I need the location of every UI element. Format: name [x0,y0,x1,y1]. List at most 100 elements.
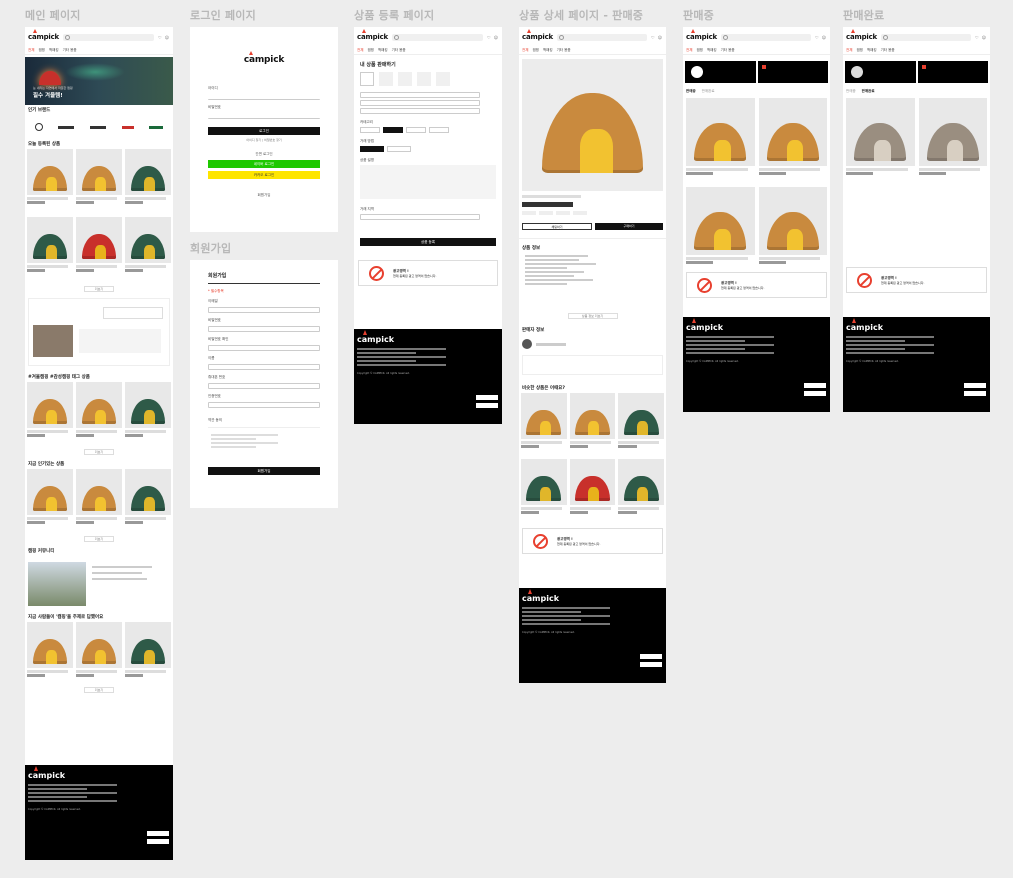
seller-other-items[interactable] [522,355,663,375]
product-card[interactable] [521,393,567,448]
more-button[interactable]: 더보기 [84,687,114,693]
logo[interactable]: campick [686,29,717,41]
product-card[interactable] [618,459,664,514]
search-input[interactable] [391,33,483,41]
header-icons[interactable]: ♡ ☺ [487,35,499,40]
chat-button[interactable]: 채팅하기 [522,223,592,230]
nav-item[interactable]: 전체 [357,48,363,53]
nav-item[interactable]: 캠핑 [38,48,44,53]
category-options[interactable] [360,127,496,133]
nav-item[interactable]: 전체 [846,48,852,53]
product-card[interactable] [27,217,73,272]
search-input[interactable] [556,33,647,41]
footer-button[interactable] [476,403,498,408]
brand-logo[interactable] [121,125,134,129]
brand-logo[interactable] [34,123,43,131]
product-card[interactable] [918,98,987,175]
tab-sold[interactable]: 판매완료 [862,89,875,94]
email-field[interactable] [208,307,320,313]
trade-options[interactable] [360,146,496,152]
header-icons[interactable]: ♡ ☺ [651,35,663,40]
buy-button[interactable]: 구매하기 [595,223,663,230]
brand-logo[interactable] [58,125,75,129]
product-card[interactable] [27,149,73,204]
product-card[interactable] [125,149,171,204]
nav-item[interactable]: 전체 [522,48,528,53]
product-card[interactable] [686,98,755,175]
product-card[interactable] [125,622,171,677]
brand-logo[interactable] [89,125,106,129]
product-card[interactable] [618,393,664,448]
header-icons[interactable]: ♡ ☺ [815,35,827,40]
password-field[interactable] [208,326,320,332]
product-card[interactable] [76,622,122,677]
product-card[interactable] [758,187,827,264]
logo[interactable]: campick [522,29,553,41]
product-card[interactable] [846,98,915,175]
nav-item[interactable]: 전체 [28,48,34,53]
nav-item[interactable]: 기타 용품 [392,48,406,53]
signup-submit-button[interactable]: 회원가입 [208,467,320,475]
product-card[interactable] [27,469,73,524]
footer-button[interactable] [147,839,169,844]
product-card[interactable] [76,149,122,204]
header-icons[interactable]: ♡ ☺ [158,35,170,40]
brand-input[interactable] [360,108,480,114]
more-button[interactable]: 더보기 [84,286,114,292]
product-card[interactable] [521,459,567,514]
name-field[interactable] [208,364,320,370]
price-input[interactable] [360,100,480,106]
product-card[interactable] [569,393,616,448]
seller-profile[interactable] [522,337,663,351]
product-card[interactable] [76,469,122,524]
nav-item[interactable]: 캠핑 [532,48,538,53]
description-textarea[interactable] [360,165,496,199]
nav-item[interactable]: 백패킹 [49,48,59,53]
community-preview[interactable] [28,298,170,366]
footer-button[interactable] [964,391,986,396]
nav-item[interactable]: 백패킹 [867,48,877,53]
nav-item[interactable]: 기타 용품 [557,48,571,53]
product-card[interactable] [686,187,755,264]
profile-card[interactable] [845,61,916,83]
footer-button[interactable] [804,391,826,396]
search-input[interactable] [62,33,154,41]
image-upload-row[interactable] [360,72,496,86]
product-main-image[interactable] [522,59,663,191]
search-input[interactable] [720,33,811,41]
product-card[interactable] [76,382,122,437]
footer-button[interactable] [640,654,662,659]
nav-item[interactable]: 기타 용품 [63,48,77,53]
more-button[interactable]: 더보기 [84,449,114,455]
pw-input[interactable] [208,113,320,119]
more-button[interactable]: 더보기 [84,536,114,542]
footer-button[interactable] [476,395,498,400]
footer-button[interactable] [804,383,826,388]
nav-item[interactable]: 캠핑 [856,48,862,53]
password-confirm-field[interactable] [208,345,320,351]
product-card[interactable] [758,98,827,175]
login-button[interactable]: 로그인 [208,127,320,135]
logo[interactable]: campick [357,29,388,41]
title-input[interactable] [360,92,480,98]
nav-item[interactable]: 기타 용품 [881,48,895,53]
fold-button[interactable]: 상품 정보 더보기 [567,313,618,319]
product-card[interactable] [27,382,73,437]
id-input[interactable] [208,94,320,100]
logo[interactable]: campick [28,29,59,41]
register-submit-button[interactable]: 상품 등록 [360,238,496,246]
phone-field[interactable] [208,383,320,389]
product-card[interactable] [76,217,122,272]
nav-item[interactable]: 기타 용품 [721,48,735,53]
region-input[interactable] [360,214,480,220]
nav-item[interactable]: 백패킹 [707,48,717,53]
product-card[interactable] [569,459,616,514]
footer-button[interactable] [964,383,986,388]
nav-item[interactable]: 캠핑 [696,48,702,53]
join-link[interactable]: 회원가입 [190,193,338,198]
brand-logo[interactable] [149,125,164,129]
hero-banner[interactable]: 눈 내리는 자연에서 따뜻한 캠핑 필수 겨울템! [25,57,173,105]
kakao-login-button[interactable]: 카카오 로그인 [208,171,320,179]
search-input[interactable] [880,33,971,41]
naver-login-button[interactable]: 네이버 로그인 [208,160,320,168]
